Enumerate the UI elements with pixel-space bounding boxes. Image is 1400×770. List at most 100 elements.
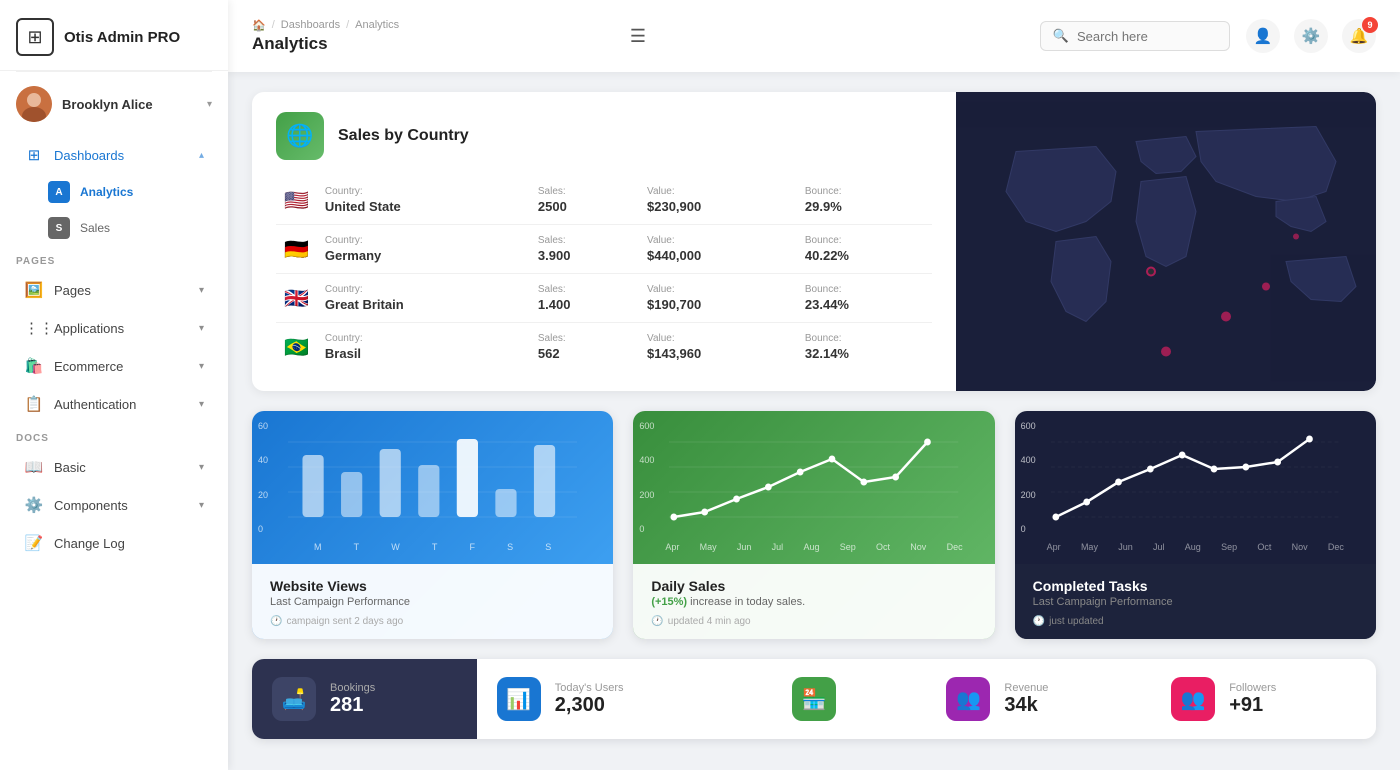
stat-bookings: 🛋️ Bookings 281 [252,659,477,739]
chevron-down-icon-6: ▾ [199,500,204,511]
user-chevron-icon: ▾ [207,99,212,110]
logo-text: Otis Admin PRO [64,29,180,46]
settings-button[interactable]: ⚙️ [1294,19,1328,53]
breadcrumb-current: Analytics [355,19,399,31]
page-title: Analytics [252,34,328,54]
website-views-time: 🕐 campaign sent 2 days ago [270,616,595,627]
authentication-icon: 📋 [24,395,44,413]
website-views-title: Website Views [270,578,595,594]
sidebar-item-analytics[interactable]: A Analytics [8,174,220,210]
daily-sales-time: 🕐 updated 4 min ago [651,616,976,627]
sidebar-item-ecommerce[interactable]: 🛍️ Ecommerce ▾ [8,348,220,384]
country-flag: 🇬🇧 [284,286,309,311]
daily-y-labels: 600 400 200 0 [639,421,654,534]
stats-bar: 🛋️ Bookings 281 📊 Today's Users 2,300 🏪 [252,659,1376,739]
users-label: Today's Users [555,682,624,694]
table-row: 🇬🇧 Country: Great Britain Sales: 1.400 V… [276,274,932,323]
table-row: 🇩🇪 Country: Germany Sales: 3.900 Value: … [276,225,932,274]
sidebar-item-dashboards[interactable]: ⊞ Dashboards ▴ [8,137,220,173]
components-icon: ⚙️ [24,496,44,514]
users-text: Today's Users 2,300 [555,682,624,717]
y-axis-labels: 60 40 20 0 [258,421,268,534]
breadcrumb-dashboards[interactable]: Dashboards [281,19,340,31]
completed-tasks-subtitle: Last Campaign Performance [1033,596,1358,608]
chevron-down-icon: ▾ [199,285,204,296]
revenue-value: 34k [1004,694,1048,717]
dashboards-icon: ⊞ [24,146,44,164]
sales-badge: S [48,217,70,239]
tasks-y-labels: 600 400 200 0 [1021,421,1036,534]
country-flag: 🇧🇷 [284,335,309,360]
chevron-down-icon-3: ▾ [199,361,204,372]
home-icon: 🏠 [252,19,266,32]
main-area: 🏠 / Dashboards / Analytics Analytics ☰ 🔍… [228,0,1400,770]
pages-icon: 🖼️ [24,281,44,299]
daily-sales-tag: (+15%) [651,596,687,608]
card-title: Sales by Country [338,127,469,145]
sidebar: ⊞ Otis Admin PRO Brooklyn Alice ▾ ⊞ Dash… [0,0,228,770]
sidebar-item-authentication[interactable]: 📋 Authentication ▾ [8,386,220,422]
chevron-down-icon-5: ▾ [199,462,204,473]
website-views-subtitle: Last Campaign Performance [270,596,595,608]
bookings-label: Bookings [330,682,375,694]
content-area: 🌐 Sales by Country 🇺🇸 Country: United St… [228,72,1400,770]
sidebar-logo: ⊞ Otis Admin PRO [0,0,228,71]
bookings-value: 281 [330,694,375,717]
revenue-icon: 👥 [946,677,990,721]
completed-tasks-chart: 600 400 200 0 [1015,411,1376,564]
followers-value: +91 [1229,694,1276,717]
store-icon: 🏪 [792,677,836,721]
country-flag: 🇩🇪 [284,237,309,262]
bookings-text: Bookings 281 [330,682,375,717]
stat-store: 🏪 [702,659,927,739]
stat-followers: 👥 Followers +91 [1151,659,1376,739]
sales-by-country-card: 🌐 Sales by Country 🇺🇸 Country: United St… [252,92,1376,391]
search-icon: 🔍 [1053,28,1069,44]
applications-icon: ⋮⋮ [24,319,44,337]
search-box[interactable]: 🔍 [1040,21,1230,51]
x-axis-labels: M T W T F S S [268,542,597,560]
changelog-icon: 📝 [24,534,44,552]
breadcrumb: 🏠 / Dashboards / Analytics Analytics [252,19,606,54]
sidebar-item-pages[interactable]: 🖼️ Pages ▾ [8,272,220,308]
stat-revenue: 👥 Revenue 34k [926,659,1151,739]
sidebar-item-applications[interactable]: ⋮⋮ Applications ▾ [8,310,220,346]
followers-icon: 👥 [1171,677,1215,721]
header: 🏠 / Dashboards / Analytics Analytics ☰ 🔍… [228,0,1400,72]
menu-toggle-button[interactable]: ☰ [622,22,654,51]
completed-tasks-title: Completed Tasks [1033,578,1358,594]
daily-sales-footer: Daily Sales (+15%) increase in today sal… [633,564,994,639]
stat-users: 📊 Today's Users 2,300 [477,659,702,739]
country-table: 🇺🇸 Country: United State Sales: 2500 Val… [276,176,932,371]
chevron-up-icon: ▴ [199,150,204,161]
docs-section-label: DOCS [0,423,228,448]
user-profile-button[interactable]: 👤 [1246,19,1280,53]
clock-icon-2: 🕐 [651,616,663,627]
country-flag: 🇺🇸 [284,188,309,213]
tasks-x-labels: Apr May Jun Jul Aug Sep Oct Nov Dec [1031,542,1360,560]
header-actions: 👤 ⚙️ 🔔 9 [1246,19,1376,53]
website-views-chart: 60 40 20 0 [252,411,613,564]
revenue-text: Revenue 34k [1004,682,1048,717]
sidebar-user[interactable]: Brooklyn Alice ▾ [0,72,228,136]
table-row: 🇺🇸 Country: United State Sales: 2500 Val… [276,176,932,225]
analytics-badge: A [48,181,70,203]
daily-sales-card: 600 400 200 0 [633,411,994,639]
daily-sales-title: Daily Sales [651,578,976,594]
search-input[interactable] [1077,29,1217,44]
website-views-card: 60 40 20 0 [252,411,613,639]
table-row: 🇧🇷 Country: Brasil Sales: 562 Value: $14… [276,323,932,372]
sidebar-item-basic[interactable]: 📖 Basic ▾ [8,449,220,485]
avatar [16,86,52,122]
sidebar-item-components[interactable]: ⚙️ Components ▾ [8,487,220,523]
chevron-down-icon-4: ▾ [199,399,204,410]
notifications-button[interactable]: 🔔 9 [1342,19,1376,53]
sidebar-item-changelog[interactable]: 📝 Change Log [8,525,220,561]
pages-section-label: PAGES [0,246,228,271]
breadcrumb-path: 🏠 / Dashboards / Analytics [252,19,399,32]
sidebar-item-sales[interactable]: S Sales [8,210,220,246]
daily-x-labels: Apr May Jun Jul Aug Sep Oct Nov Dec [649,542,978,560]
sales-table-section: 🌐 Sales by Country 🇺🇸 Country: United St… [252,92,956,391]
clock-icon: 🕐 [270,616,282,627]
completed-tasks-card: 600 400 200 0 [1015,411,1376,639]
